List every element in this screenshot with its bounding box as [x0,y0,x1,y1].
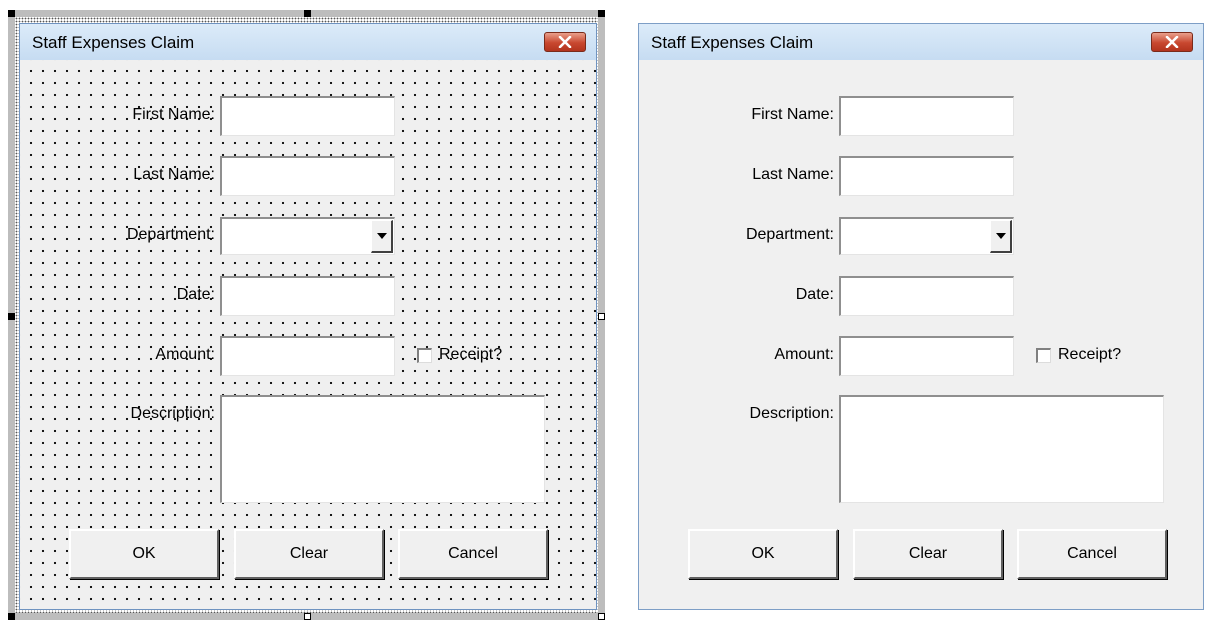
title-bar[interactable]: Staff Expenses Claim [20,24,596,61]
date-input[interactable] [839,276,1014,316]
date-label: Date: [176,286,215,303]
receipt-checkbox[interactable] [417,348,432,363]
design-mode-dialog: Staff Expenses Claim First Name: Last Na… [19,23,597,610]
amount-label: Amount: [774,346,834,363]
last-name-input[interactable] [839,156,1014,196]
first-name-label: First Name: [751,106,834,123]
description-label: Description: [130,405,215,422]
date-input[interactable] [220,276,395,316]
receipt-label: Receipt? [1058,346,1122,363]
clear-button[interactable]: Clear [234,529,384,579]
department-dropdown-button[interactable] [990,220,1012,253]
close-icon [1165,36,1179,48]
resize-handle-bottom-right[interactable] [598,613,605,620]
chevron-down-icon [995,233,1006,239]
receipt-label: Receipt? [439,346,503,363]
first-name-input[interactable] [220,96,395,136]
first-name-label: First Name: [132,106,215,123]
first-name-input[interactable] [839,96,1014,136]
resize-handle-middle-right[interactable] [598,313,605,320]
last-name-label: Last Name: [752,166,834,183]
resize-handle-bottom-center[interactable] [304,613,311,620]
amount-input[interactable] [839,336,1014,376]
cancel-button[interactable]: Cancel [398,529,548,579]
date-label: Date: [795,286,834,303]
ok-button[interactable]: OK [688,529,838,579]
form-grid[interactable]: First Name: Last Name: Department: Date:… [20,60,596,609]
title-bar[interactable]: Staff Expenses Claim [639,24,1203,61]
runtime-dialog: Staff Expenses Claim First Name: Last Na… [638,23,1204,610]
resize-handle-middle-left[interactable] [8,313,15,320]
last-name-input[interactable] [220,156,395,196]
last-name-label: Last Name: [133,166,215,183]
close-icon [558,36,572,48]
description-input[interactable] [220,395,545,503]
department-dropdown-button[interactable] [371,220,393,253]
close-button[interactable] [544,32,586,52]
ok-button[interactable]: OK [69,529,219,579]
dialog-title: Staff Expenses Claim [651,33,814,52]
resize-handle-top-left[interactable] [8,10,15,17]
department-label: Department: [126,226,215,243]
amount-label: Amount: [155,346,215,363]
dialog-title: Staff Expenses Claim [32,33,195,52]
amount-input[interactable] [220,336,395,376]
receipt-checkbox[interactable] [1036,348,1051,363]
resize-handle-top-right[interactable] [598,10,605,17]
description-label: Description: [749,405,834,422]
department-label: Department: [745,226,834,243]
description-input[interactable] [839,395,1164,503]
cancel-button[interactable]: Cancel [1017,529,1167,579]
department-dropdown[interactable] [220,217,395,255]
clear-button[interactable]: Clear [853,529,1003,579]
resize-handle-top-center[interactable] [304,10,311,17]
form-body: First Name: Last Name: Department: Date:… [639,60,1203,609]
department-dropdown[interactable] [839,217,1014,255]
resize-handle-bottom-left[interactable] [8,613,15,620]
close-button[interactable] [1151,32,1193,52]
chevron-down-icon [376,233,387,239]
